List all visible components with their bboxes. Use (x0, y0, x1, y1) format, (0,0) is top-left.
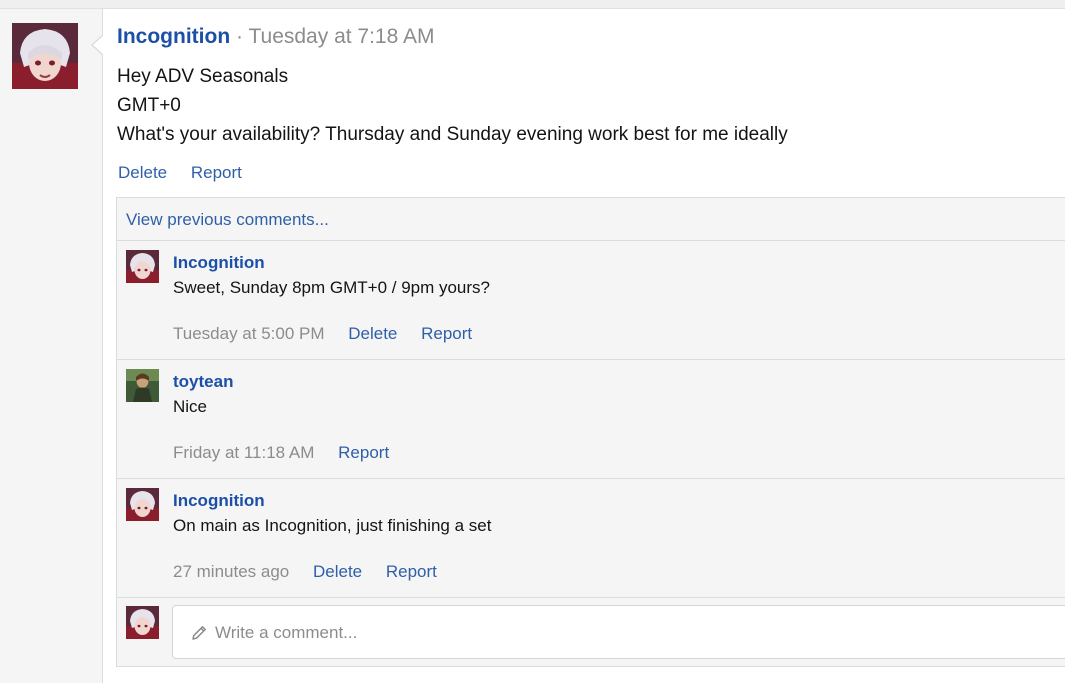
report-comment-link[interactable]: Report (386, 562, 437, 581)
report-comment-link[interactable]: Report (338, 443, 389, 462)
avatar[interactable] (12, 23, 78, 89)
comments-section: View previous comments... Incognition Sw… (116, 197, 1065, 667)
top-bar (0, 0, 1065, 9)
report-post-link[interactable]: Report (191, 163, 242, 182)
avatar (126, 606, 159, 639)
comment-meta: Friday at 11:18 AM Report (173, 443, 408, 463)
delete-post-link[interactable]: Delete (118, 163, 167, 182)
post-separator: · (236, 25, 243, 48)
avatar[interactable] (126, 488, 159, 521)
post-header: Incognition · Tuesday at 7:18 AM (117, 25, 434, 49)
post-author-link[interactable]: Incognition (117, 25, 230, 48)
post-pointer-inner (93, 35, 104, 55)
post-timestamp[interactable]: Tuesday at 7:18 AM (248, 25, 434, 48)
avatar[interactable] (126, 369, 159, 402)
comment-author-link[interactable]: Incognition (173, 491, 265, 511)
post-line: Hey ADV Seasonals (117, 66, 289, 87)
comment-meta: 27 minutes ago Delete Report (173, 562, 456, 582)
pencil-icon (192, 626, 206, 640)
comment-author-link[interactable]: toytean (173, 372, 233, 392)
left-column (0, 9, 103, 683)
comment-timestamp[interactable]: 27 minutes ago (173, 562, 289, 581)
comment-item: Incognition On main as Incognition, just… (117, 479, 1065, 597)
comment-meta: Tuesday at 5:00 PM Delete Report (173, 324, 491, 344)
comment-timestamp[interactable]: Friday at 11:18 AM (173, 443, 314, 462)
post-line: GMT+0 (117, 95, 181, 116)
comment-item: toytean Nice Friday at 11:18 AM Report (117, 360, 1065, 478)
post-actions: Delete Report (118, 163, 261, 183)
avatar[interactable] (126, 250, 159, 283)
comment-item: Incognition Sweet, Sunday 8pm GMT+0 / 9p… (117, 241, 1065, 359)
comment-input[interactable]: Write a comment... (172, 605, 1065, 659)
post-body: Hey ADV Seasonals GMT+0 What's your avai… (117, 62, 788, 149)
post-line: What's your availability? Thursday and S… (117, 124, 788, 145)
comment-text: Nice (173, 397, 208, 416)
comment-author-link[interactable]: Incognition (173, 253, 265, 273)
comment-text: Sweet, Sunday 8pm GMT+0 / 9pm yours? (173, 278, 491, 297)
report-comment-link[interactable]: Report (421, 324, 472, 343)
delete-comment-link[interactable]: Delete (313, 562, 362, 581)
comment-input-placeholder: Write a comment... (215, 623, 358, 642)
delete-comment-link[interactable]: Delete (348, 324, 397, 343)
divider (117, 597, 1065, 598)
view-previous-comments-link[interactable]: View previous comments... (126, 210, 329, 230)
comment-timestamp[interactable]: Tuesday at 5:00 PM (173, 324, 325, 343)
comment-text: On main as Incognition, just finishing a… (173, 516, 492, 535)
